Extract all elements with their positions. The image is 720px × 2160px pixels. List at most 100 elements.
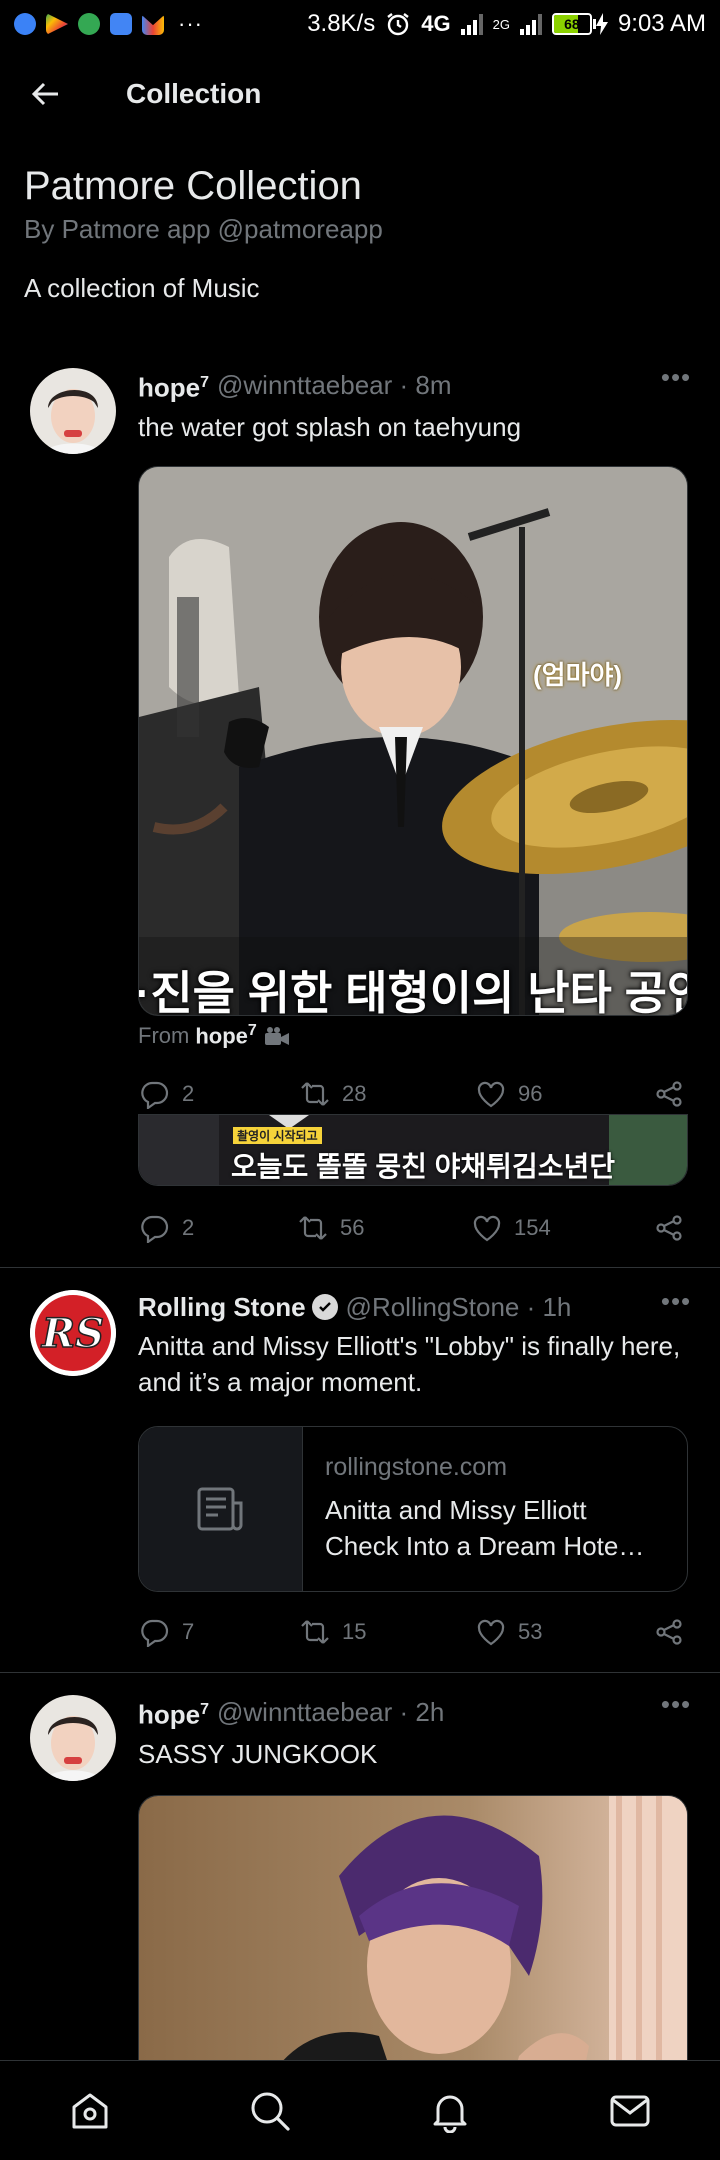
nav-messages[interactable] bbox=[600, 2081, 660, 2141]
more-icon: ••• bbox=[660, 362, 692, 392]
link-domain: rollingstone.com bbox=[325, 1453, 508, 1481]
like-button[interactable]: 96 bbox=[476, 1079, 542, 1109]
bottom-navigation bbox=[0, 2060, 720, 2160]
heart-icon bbox=[473, 1215, 501, 1242]
avatar[interactable] bbox=[30, 368, 116, 454]
nav-home[interactable] bbox=[60, 2081, 120, 2141]
avatar[interactable]: RS bbox=[30, 1290, 116, 1376]
video-camera-icon bbox=[264, 1026, 289, 1045]
nav-search[interactable] bbox=[240, 2081, 300, 2141]
quoted-banner-text: 오늘도 똘똘 뭉친 야채튀김소년단 bbox=[231, 1151, 615, 1182]
page-title: Collection bbox=[126, 78, 262, 109]
retweet-count: 28 bbox=[342, 1081, 367, 1106]
reply-icon bbox=[141, 1619, 169, 1647]
like-count: 96 bbox=[518, 1081, 543, 1106]
rolling-stone-logo-text: RS bbox=[41, 1310, 104, 1357]
reply-button[interactable]: 2 bbox=[140, 1213, 194, 1243]
tweet-text: Anitta and Missy Elliott's "Lobby" is fi… bbox=[138, 1331, 681, 1397]
tweet-text: SASSY JUNGKOOK bbox=[138, 1738, 378, 1769]
battery-level: 68 bbox=[564, 16, 580, 32]
from-name-sup: 7 bbox=[247, 1022, 257, 1039]
verified-icon bbox=[311, 1294, 338, 1320]
author-handle-time: @winnttaebear · 8m bbox=[217, 370, 452, 401]
signal-2g-icon bbox=[519, 13, 542, 35]
download-icon bbox=[78, 13, 100, 35]
like-button[interactable]: 154 bbox=[472, 1213, 551, 1243]
quoted-banner-label: 촬영이 시작되고 bbox=[233, 1127, 322, 1144]
back-button[interactable] bbox=[22, 70, 70, 118]
media-subtitle: ·진을 위한 태형이의 난타 공연 bbox=[138, 967, 688, 1016]
share-icon bbox=[656, 1619, 682, 1645]
from-name: hope bbox=[195, 1023, 248, 1049]
quoted-media-strip[interactable]: 촬영이 시작되고 오늘도 똘똘 뭉친 야채튀김소년단 bbox=[138, 1114, 688, 1186]
tweet[interactable]: RS Rolling Stone @RollingStone · 1h ••• … bbox=[0, 1268, 720, 1670]
tweet[interactable]: hope7 @winnttaebear · 8m ••• the water g… bbox=[0, 360, 720, 1268]
tweet-media[interactable]: (엄마야) ·진을 위한 태형이의 난타 공연 bbox=[138, 466, 688, 1016]
battery-icon: 68 bbox=[551, 13, 608, 35]
notification-icons: ··· bbox=[14, 11, 203, 37]
retweet-button[interactable]: 28 bbox=[300, 1079, 366, 1109]
video-thumbnail bbox=[139, 467, 687, 1015]
retweet-count: 15 bbox=[342, 1619, 367, 1644]
mail-icon bbox=[610, 2095, 650, 2126]
author-name[interactable]: Rolling Stone bbox=[138, 1290, 306, 1324]
retweet-icon bbox=[301, 1620, 329, 1644]
share-button[interactable] bbox=[654, 1617, 684, 1647]
like-count: 53 bbox=[518, 1619, 543, 1644]
retweet-icon bbox=[301, 1082, 329, 1106]
media-source[interactable]: From hope7 bbox=[138, 1022, 291, 1049]
share-button[interactable] bbox=[654, 1213, 684, 1243]
avatar[interactable] bbox=[30, 1695, 116, 1781]
network-4g: 4G bbox=[421, 11, 451, 36]
reply-button[interactable]: 7 bbox=[140, 1617, 194, 1647]
reply-count: 7 bbox=[182, 1619, 195, 1644]
reply-icon bbox=[141, 1215, 169, 1243]
retweet-button[interactable]: 56 bbox=[298, 1213, 364, 1243]
nav-notifications[interactable] bbox=[420, 2081, 480, 2141]
clock: 9:03 AM bbox=[617, 10, 706, 37]
reply-count: 2 bbox=[182, 1081, 195, 1106]
alarm-icon bbox=[387, 13, 409, 36]
more-button[interactable]: ••• bbox=[656, 1288, 696, 1324]
author-name[interactable]: hope7 bbox=[138, 1693, 209, 1732]
network-2g: 2G bbox=[492, 16, 510, 32]
share-icon bbox=[656, 1081, 682, 1107]
search-icon bbox=[251, 2092, 290, 2131]
more-icon: ••• bbox=[660, 1286, 692, 1316]
author-handle-time: @RollingStone · 1h bbox=[345, 1292, 572, 1322]
share-button[interactable] bbox=[654, 1079, 684, 1109]
from-label: From bbox=[138, 1022, 190, 1048]
link-card-thumbnail bbox=[139, 1427, 303, 1591]
more-button[interactable]: ••• bbox=[656, 364, 696, 400]
like-count: 154 bbox=[514, 1215, 551, 1240]
share-icon bbox=[656, 1215, 682, 1241]
link-title: Anitta and Missy Elliott Check Into a Dr… bbox=[325, 1495, 645, 1561]
bell-icon bbox=[433, 2095, 467, 2133]
link-card[interactable]: rollingstone.com Anitta and Missy Elliot… bbox=[138, 1426, 688, 1592]
quoted-tweet-actions: 2 28 96 bbox=[138, 1074, 688, 1114]
home-icon bbox=[72, 2093, 108, 2128]
like-button[interactable]: 53 bbox=[476, 1617, 542, 1647]
charging-icon bbox=[595, 13, 608, 35]
tweet-media[interactable] bbox=[138, 1795, 688, 2095]
more-icon: ••• bbox=[660, 1689, 692, 1719]
tweet-text: the water got splash on taehyung bbox=[138, 411, 522, 442]
collection-title: Patmore Collection bbox=[24, 164, 362, 208]
status-bar: ··· 3.8K/s 4G 2G 68 9:03 AM bbox=[0, 0, 720, 48]
retweet-icon bbox=[299, 1216, 327, 1240]
author-name[interactable]: hope7 bbox=[138, 366, 209, 405]
retweet-count: 56 bbox=[340, 1215, 365, 1240]
retweet-button[interactable]: 15 bbox=[300, 1617, 366, 1647]
more-button[interactable]: ••• bbox=[656, 1691, 696, 1727]
more-notifications-icon: ··· bbox=[178, 11, 203, 36]
tweet-header: hope7 @winnttaebear · 8m bbox=[138, 366, 696, 405]
signal-4g-icon bbox=[460, 13, 483, 35]
tweet-header: hope7 @winnttaebear · 2h bbox=[138, 1693, 696, 1732]
heart-icon bbox=[477, 1081, 505, 1108]
tweet[interactable]: hope7 @winnttaebear · 2h ••• SASSY JUNGK… bbox=[0, 1673, 720, 2095]
tweet-header: Rolling Stone @RollingStone · 1h bbox=[138, 1290, 696, 1324]
reply-button[interactable]: 2 bbox=[140, 1079, 194, 1109]
network-speed: 3.8K/s bbox=[307, 10, 376, 37]
tweet-actions: 2 56 154 bbox=[138, 1208, 688, 1248]
collection-author[interactable]: By Patmore app @patmoreapp bbox=[24, 214, 696, 245]
